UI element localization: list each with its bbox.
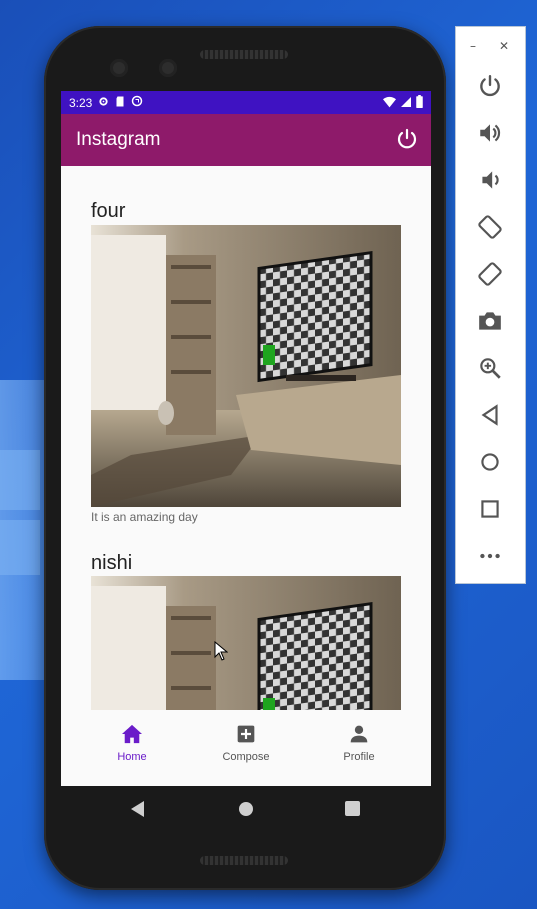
- person-icon: [350, 725, 368, 743]
- sd-card-icon: [115, 96, 125, 110]
- more-icon[interactable]: [477, 543, 503, 569]
- battery-icon: [416, 95, 423, 108]
- front-camera: [110, 59, 128, 77]
- camera-icon[interactable]: [477, 308, 503, 334]
- back-icon[interactable]: [477, 402, 503, 428]
- post-feed[interactable]: four It is an amazing day nishi: [61, 166, 431, 710]
- home-icon: [122, 724, 142, 744]
- bottom-speaker: [200, 856, 288, 865]
- volume-up-icon[interactable]: [477, 120, 503, 146]
- minimize-icon[interactable]: –: [470, 39, 476, 53]
- rotate-right-icon[interactable]: [477, 261, 503, 287]
- front-sensor: [159, 59, 177, 77]
- status-time: 3:23: [69, 95, 93, 110]
- system-overview-icon[interactable]: [345, 801, 360, 816]
- app-title: Instagram: [76, 129, 161, 150]
- post-image[interactable]: [91, 576, 401, 710]
- bottom-navigation: Home Compose Profile: [61, 710, 431, 786]
- status-right-icons: [383, 95, 423, 108]
- nav-profile-label: Profile: [343, 751, 375, 763]
- phone-screen: 3:23 Instagram four It is an amazing day…: [61, 91, 431, 786]
- nav-compose[interactable]: Compose: [196, 724, 296, 763]
- close-icon[interactable]: ✕: [499, 39, 509, 53]
- power-icon[interactable]: [477, 73, 503, 99]
- system-home-icon[interactable]: [238, 801, 254, 817]
- post-username[interactable]: four: [91, 200, 125, 223]
- wifi-icon: [383, 96, 396, 107]
- volume-down-icon[interactable]: [477, 167, 503, 193]
- mouse-cursor-icon: [214, 641, 228, 661]
- nav-compose-label: Compose: [222, 751, 270, 763]
- emulator-control-panel: – ✕: [455, 26, 526, 584]
- add-box-icon: [237, 725, 255, 743]
- zoom-icon[interactable]: [477, 355, 503, 381]
- data-saver-icon: [131, 95, 143, 110]
- app-bar: Instagram: [61, 114, 431, 166]
- post-image[interactable]: [91, 225, 401, 507]
- post-caption: It is an amazing day: [91, 510, 198, 524]
- settings-icon: [98, 96, 109, 110]
- nav-home-label: Home: [117, 751, 147, 763]
- desktop-window-pane: [0, 520, 40, 575]
- post-username[interactable]: nishi: [91, 552, 132, 575]
- nav-home[interactable]: Home: [82, 724, 182, 763]
- status-bar: 3:23: [61, 91, 431, 114]
- logout-power-icon[interactable]: [395, 127, 419, 151]
- top-speaker: [200, 50, 288, 59]
- signal-icon: [401, 96, 411, 107]
- system-navigation-bar: [61, 786, 431, 832]
- system-back-icon[interactable]: [131, 801, 145, 817]
- rotate-left-icon[interactable]: [477, 214, 503, 240]
- home-icon[interactable]: [477, 449, 503, 475]
- overview-icon[interactable]: [477, 496, 503, 522]
- nav-profile[interactable]: Profile: [309, 724, 409, 763]
- desktop-window-pane: [0, 450, 40, 510]
